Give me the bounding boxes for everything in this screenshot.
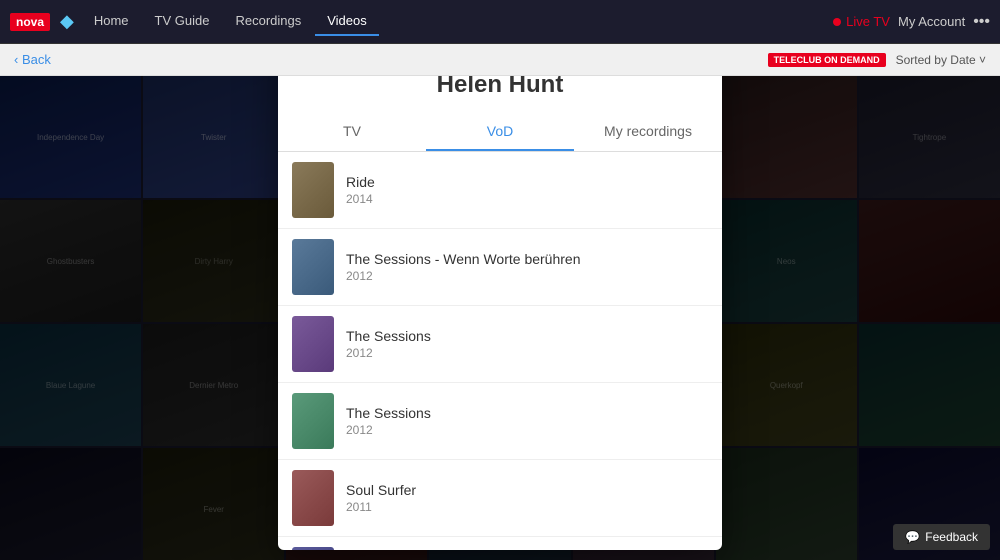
movie-title: The Sessions - Wenn Worte berühren	[346, 251, 581, 267]
movie-thumb	[292, 239, 334, 295]
movie-year: 2014	[346, 192, 375, 206]
list-item[interactable]: The Sessions 2012	[278, 383, 722, 460]
movie-info: Ride 2014	[346, 174, 375, 206]
movie-info: The Sessions 2012	[346, 405, 431, 437]
nav-videos[interactable]: Videos	[315, 7, 379, 36]
movie-thumb	[292, 393, 334, 449]
feedback-label: Feedback	[925, 530, 978, 544]
tab-vod[interactable]: VoD	[426, 113, 574, 151]
nav-links: Home TV Guide Recordings Videos	[82, 7, 825, 36]
movie-thumb	[292, 316, 334, 372]
movie-title: Soul Surfer	[346, 482, 416, 498]
my-account-button[interactable]: My Account	[898, 14, 965, 29]
live-tv-label: Live TV	[846, 14, 890, 29]
nav-home[interactable]: Home	[82, 7, 141, 36]
movie-info: The Sessions 2012	[346, 328, 431, 360]
movie-thumb	[292, 162, 334, 218]
modal-movie-list: Ride 2014 The Sessions - Wenn Worte berü…	[278, 152, 722, 550]
teleclub-badge: TELECLUB ON DEMAND	[768, 53, 886, 67]
nova-icon: ◆	[60, 11, 74, 32]
modal: ‹ Twister ✕ Helen Hunt TV VoD My recordi…	[278, 10, 722, 550]
more-button[interactable]: •••	[973, 13, 990, 31]
list-item[interactable]: The Sessions 2012	[278, 306, 722, 383]
movie-info: The Sessions - Wenn Worte berühren 2012	[346, 251, 581, 283]
list-item[interactable]: The Sessions - Wenn Worte berühren 2012	[278, 229, 722, 306]
teleclub-label: TELECLUB ON DEMAND	[774, 55, 880, 65]
nav-tv-guide[interactable]: TV Guide	[143, 7, 222, 36]
sort-controls: TELECLUB ON DEMAND Sorted by Date ˅	[768, 53, 986, 67]
sort-label[interactable]: Sorted by Date ˅	[896, 53, 986, 67]
tab-tv[interactable]: TV	[278, 113, 426, 151]
feedback-icon: 💬	[905, 530, 920, 544]
movie-thumb	[292, 470, 334, 526]
modal-tabs: TV VoD My recordings	[278, 113, 722, 152]
nav-recordings[interactable]: Recordings	[223, 7, 313, 36]
list-item[interactable]: Ride 2014	[278, 152, 722, 229]
movie-thumb	[292, 547, 334, 550]
movie-year: 2012	[346, 423, 431, 437]
movie-year: 2012	[346, 269, 581, 283]
list-item[interactable]: Soul Surfer 2011	[278, 460, 722, 537]
list-item[interactable]: Soul Surfer 2011	[278, 537, 722, 550]
movie-year: 2011	[346, 500, 416, 514]
movie-title: The Sessions	[346, 405, 431, 421]
movie-title: The Sessions	[346, 328, 431, 344]
movie-info: Soul Surfer 2011	[346, 482, 416, 514]
feedback-button[interactable]: 💬 Feedback	[893, 524, 990, 550]
logo[interactable]: nova	[10, 13, 50, 31]
movie-year: 2012	[346, 346, 431, 360]
movie-title: Ride	[346, 174, 375, 190]
back-button[interactable]: ‹ Back	[14, 52, 51, 67]
topnav: nova ◆ Home TV Guide Recordings Videos L…	[0, 0, 1000, 44]
live-tv-button[interactable]: Live TV	[833, 14, 890, 29]
tab-my-recordings[interactable]: My recordings	[574, 113, 722, 151]
sub-header: ‹ Back TELECLUB ON DEMAND Sorted by Date…	[0, 44, 1000, 76]
live-dot	[833, 18, 841, 26]
